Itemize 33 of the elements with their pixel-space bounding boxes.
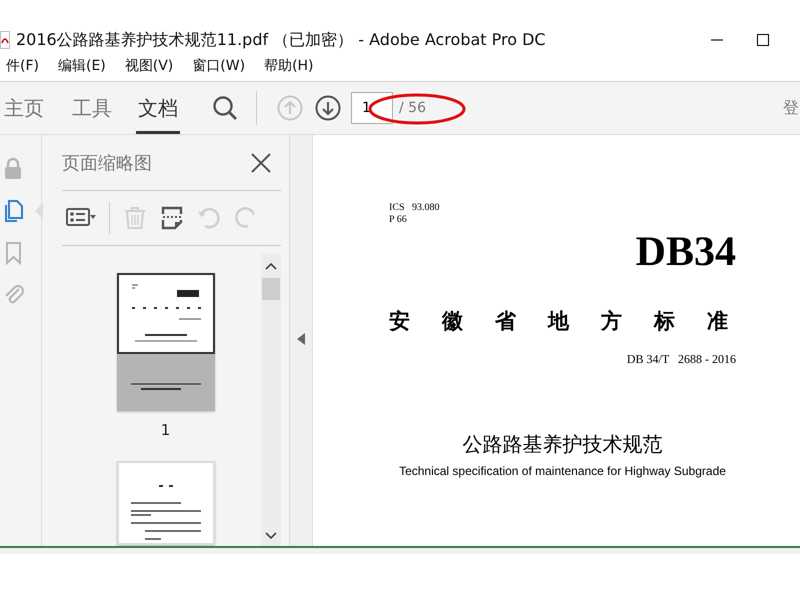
scroll-thumb[interactable]	[262, 278, 280, 300]
menu-item[interactable]: 视图(V)	[124, 57, 174, 75]
standard-number: DB 34/T 2688 - 2016	[626, 352, 736, 367]
tab[interactable]: 工具	[68, 82, 112, 134]
standard-code: ICS 93.080	[389, 202, 440, 214]
search-icon[interactable]	[212, 95, 238, 121]
menu-item[interactable]: 窗口(W)	[192, 57, 246, 75]
menu-item[interactable]: 帮助(H)	[264, 57, 314, 75]
menu-item[interactable]: 编辑(E)	[58, 57, 106, 75]
standard-prefix: DB34	[636, 228, 736, 276]
pages-icon[interactable]	[2, 199, 26, 223]
document-subtitle: Technical specification of maintenance for Highway Subgrade	[399, 464, 726, 478]
maximize-icon[interactable]	[756, 33, 770, 47]
standard-code: P 66	[389, 214, 407, 226]
page-number-label: 1	[160, 421, 170, 439]
document-title: 公路路基养护技术规范	[462, 431, 662, 458]
panel-title: 页面缩略图	[62, 152, 152, 174]
page-count: / 56	[399, 100, 426, 116]
close-icon[interactable]	[251, 152, 271, 172]
pdf-file-icon	[0, 31, 10, 49]
page-thumbnail[interactable]	[116, 273, 214, 411]
arrow-down-icon[interactable]	[315, 95, 341, 121]
window-title: 2016公路路基养护技术规范11.pdf （已加密） - Adobe Acrobat Pro DC	[16, 30, 546, 50]
scrollbar[interactable]	[261, 254, 281, 546]
standard-heading: 安徽省地方标准	[389, 308, 760, 334]
page-thumbnail[interactable]	[116, 461, 214, 545]
sign-in-link[interactable]: 登	[783, 98, 799, 118]
scroll-up-icon[interactable]	[265, 262, 277, 270]
menu-item[interactable]: 件(F)	[6, 57, 39, 75]
scroll-down-icon[interactable]	[265, 532, 277, 540]
tab[interactable]: 主页	[0, 82, 44, 134]
collapse-arrow-icon[interactable]	[297, 332, 305, 344]
insert-page-icon[interactable]	[160, 206, 184, 230]
